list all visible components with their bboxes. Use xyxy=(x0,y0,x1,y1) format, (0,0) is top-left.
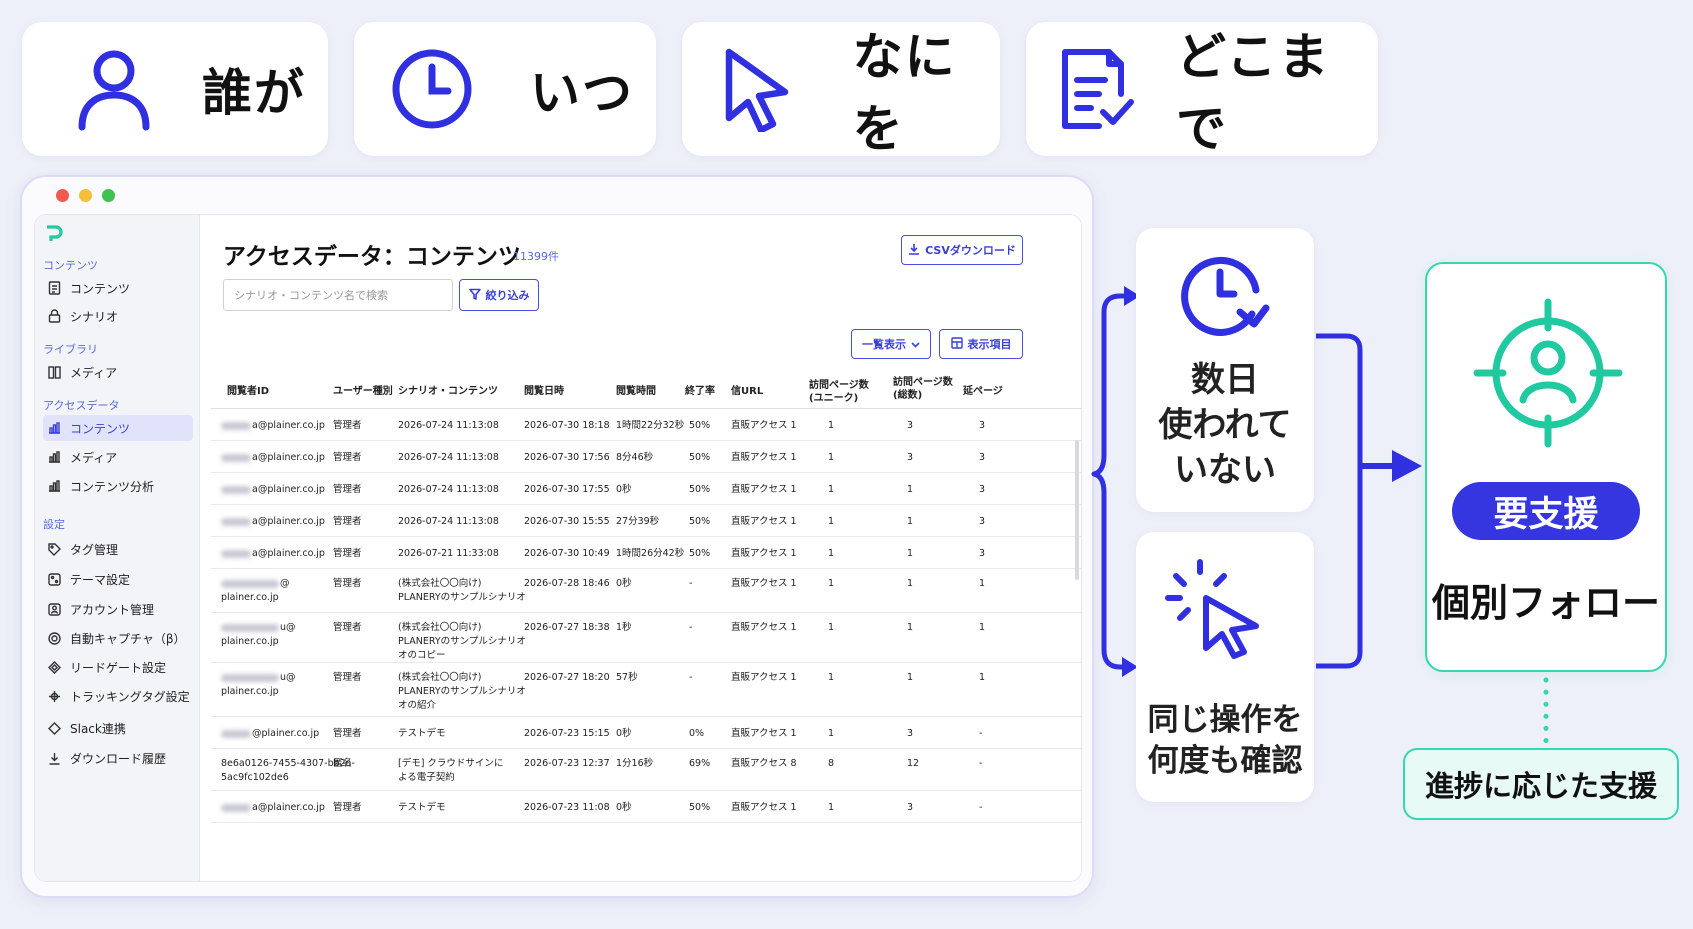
brace-connector xyxy=(1091,293,1134,670)
insight-text-repeated: 同じ操作を 何度も確認 xyxy=(1147,702,1303,779)
clock-refresh-icon xyxy=(1174,250,1274,352)
insight-card-repeated: 同じ操作を 何度も確認 xyxy=(1136,532,1314,802)
insight-card-inactive: 数日 使われて いない xyxy=(1136,228,1314,512)
insight-text-inactive: 数日 使われて いない xyxy=(1158,360,1292,490)
needs-support-badge: 要支援 xyxy=(1452,482,1640,540)
result-card: 要支援 個別フォロー xyxy=(1425,262,1667,672)
click-cursor-icon xyxy=(1162,556,1266,664)
target-person-icon xyxy=(1473,298,1623,452)
progress-support-box: 進捗に応じた支援 xyxy=(1403,748,1679,820)
individual-follow-text: 個別フォロー xyxy=(1431,581,1660,625)
bracket-connector xyxy=(1316,333,1363,669)
arrowhead-result xyxy=(1392,450,1422,482)
